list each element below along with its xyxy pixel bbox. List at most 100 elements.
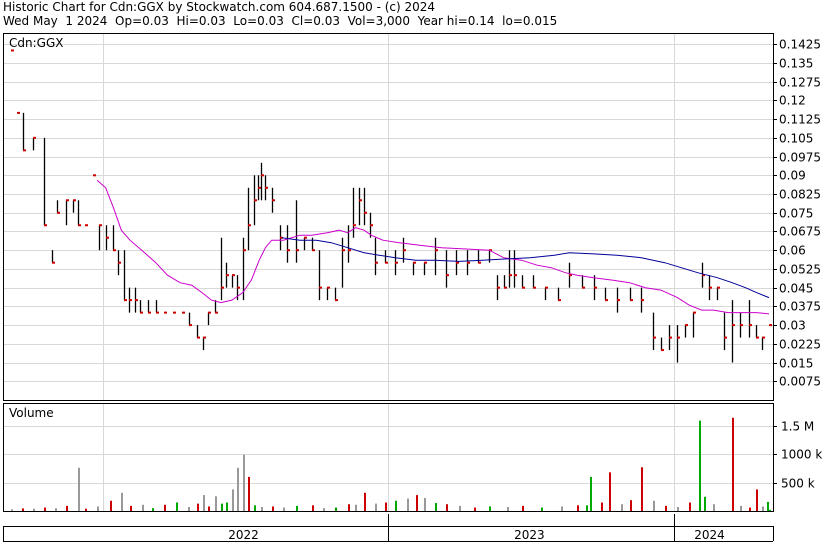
volume-bar <box>407 498 409 511</box>
close-tick <box>258 186 261 189</box>
close-tick <box>124 299 127 302</box>
close-tick <box>762 336 765 339</box>
close-tick <box>182 311 185 314</box>
close-tick <box>248 224 251 227</box>
close-tick <box>272 199 275 202</box>
close-tick <box>197 336 200 339</box>
close-tick <box>509 274 512 277</box>
close-tick <box>749 324 752 327</box>
price-tick-label: 0.0975 <box>779 151 821 165</box>
close-tick <box>99 224 102 227</box>
frame-layer <box>3 33 777 542</box>
close-tick <box>173 311 176 314</box>
price-tick-label: 0.0525 <box>779 263 821 277</box>
close-tick <box>106 236 109 239</box>
volume-bar <box>677 507 679 511</box>
volume-bar <box>375 503 377 511</box>
price-tick-label: 0.015 <box>779 357 813 371</box>
volume-bar <box>130 505 132 511</box>
close-tick <box>617 299 620 302</box>
close-tick <box>533 286 536 289</box>
price-tick-label: 0.1425 <box>779 38 821 52</box>
volume-bar <box>97 506 99 511</box>
close-tick <box>685 324 688 327</box>
volume-bar <box>749 507 751 511</box>
close-tick <box>375 261 378 264</box>
volume-bar <box>459 505 461 511</box>
volume-bar <box>395 500 397 511</box>
chart-svg: 0.1425 0.135 0.1275 0.12 0.1125 0.105 0.0975 0.… <box>3 33 822 542</box>
volume-bar <box>254 505 256 511</box>
price-tick-label: 0.0675 <box>779 225 821 239</box>
close-tick <box>113 249 116 252</box>
volume-bar <box>152 508 154 511</box>
volume-tick-label: 500 k <box>781 477 815 491</box>
volume-bar <box>176 502 178 511</box>
close-tick <box>769 324 772 327</box>
close-tick <box>456 261 459 264</box>
close-tick <box>129 299 132 302</box>
volume-bar <box>78 467 80 511</box>
close-tick <box>342 249 345 252</box>
price-tick-label: 0.09 <box>779 169 806 183</box>
close-tick <box>478 261 481 264</box>
close-tick <box>413 261 416 264</box>
volume-bar <box>226 502 228 511</box>
close-tick <box>504 286 507 289</box>
close-tick <box>287 249 290 252</box>
close-tick <box>446 274 449 277</box>
volume-bar <box>243 454 245 511</box>
close-tick <box>17 111 20 114</box>
close-tick <box>558 299 561 302</box>
chart-stage: Historic Chart for Cdn:GGX by Stockwatch… <box>0 0 830 543</box>
close-tick <box>641 299 644 302</box>
price-tick-label: 0.0375 <box>779 300 821 314</box>
volume-bar <box>323 508 325 511</box>
volume-bar <box>590 476 592 511</box>
close-tick <box>435 249 438 252</box>
volume-bar <box>586 505 588 511</box>
volume-panel-title: Volume <box>9 406 54 420</box>
volume-bar <box>208 506 210 511</box>
close-tick <box>215 311 218 314</box>
volume-bar <box>435 503 437 511</box>
close-tick <box>582 286 585 289</box>
volume-bar <box>312 505 314 511</box>
volume-bar <box>665 505 667 511</box>
close-tick <box>93 174 96 177</box>
close-tick <box>221 286 224 289</box>
price-tick-label: 0.1275 <box>779 76 821 90</box>
price-tick-label: 0.0225 <box>779 338 821 352</box>
volume-bar <box>335 507 337 511</box>
close-tick <box>156 311 159 314</box>
volume-bar <box>188 507 190 511</box>
volume-bar <box>630 500 632 511</box>
close-tick <box>403 249 406 252</box>
close-tick <box>33 136 36 139</box>
volume-bar <box>689 502 691 511</box>
volume-bar <box>424 497 426 511</box>
volume-bar <box>237 467 239 511</box>
volume-layer <box>11 417 771 511</box>
volume-bar <box>740 505 742 511</box>
volume-bar <box>296 505 298 511</box>
volume-bar <box>348 504 350 511</box>
price-tick-label: 0.045 <box>779 282 813 296</box>
close-tick <box>243 249 246 252</box>
volume-bar <box>22 508 24 511</box>
volume-bar <box>489 506 491 511</box>
close-tick <box>261 174 264 177</box>
volume-bar <box>215 496 217 511</box>
volume-bar <box>121 492 123 511</box>
volume-bar <box>762 506 764 511</box>
close-tick <box>208 311 211 314</box>
volume-bar <box>732 417 734 511</box>
close-tick <box>296 249 299 252</box>
close-tick <box>732 324 735 327</box>
close-tick <box>44 224 47 227</box>
close-tick <box>66 199 69 202</box>
volume-bar <box>577 505 579 511</box>
close-tick <box>312 249 315 252</box>
close-tick <box>630 299 633 302</box>
close-tick <box>467 261 470 264</box>
